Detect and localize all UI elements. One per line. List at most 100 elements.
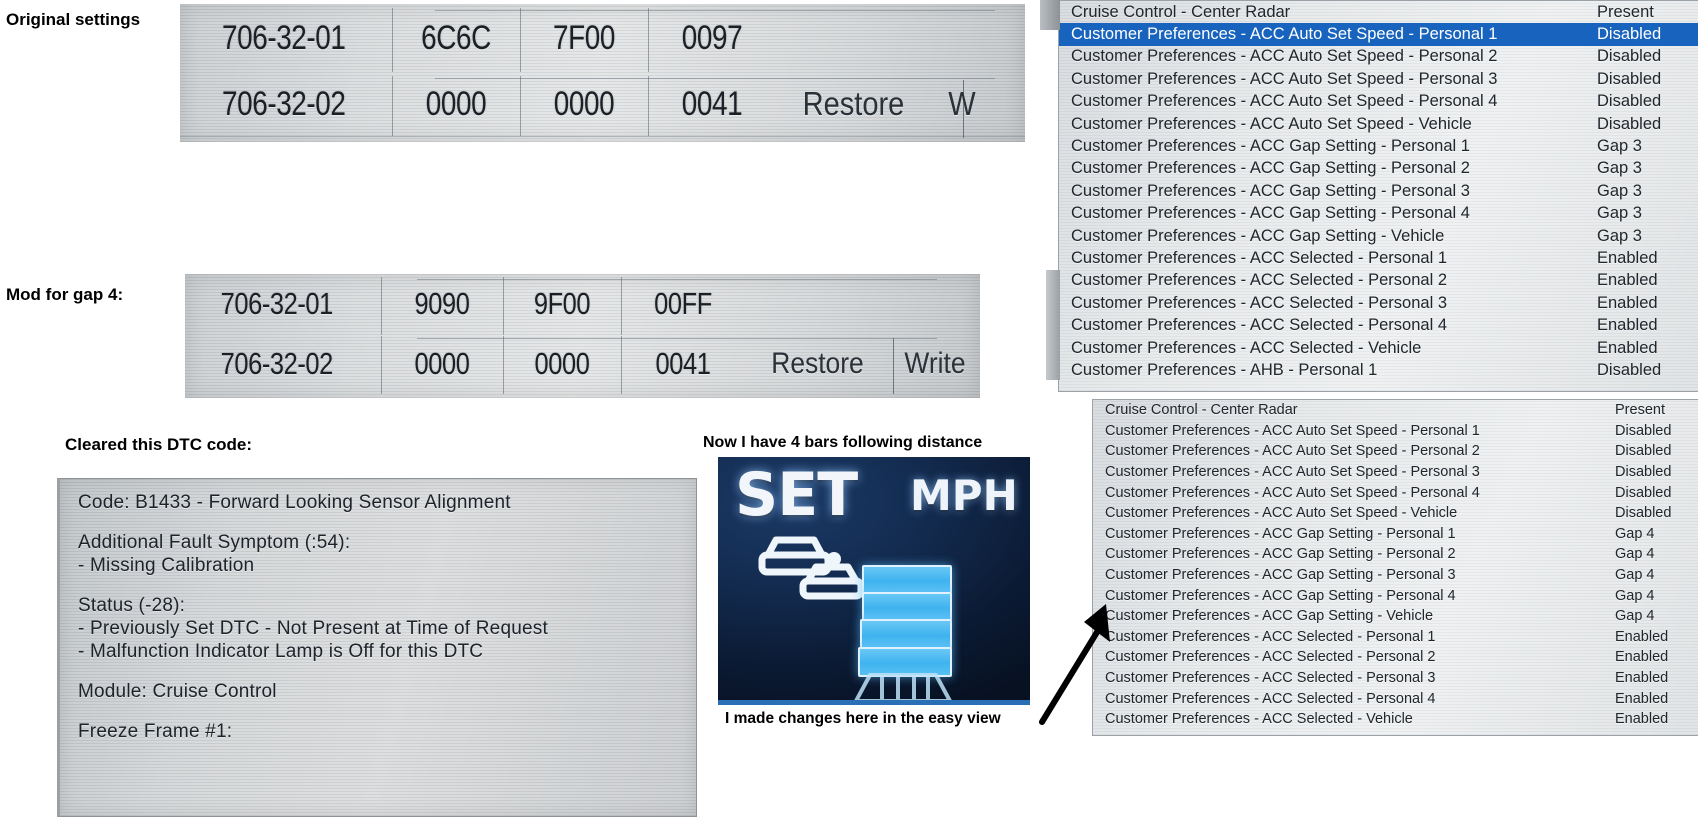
label-cleared-dtc: Cleared this DTC code: [65,435,253,454]
write-button[interactable]: Write [895,334,974,394]
dtc-line: Freeze Frame #1: [78,721,233,742]
easy-view-row[interactable]: Customer Preferences - ACC Gap Setting -… [1093,606,1698,627]
dtc-line: - Previously Set DTC - Not Present at Ti… [78,618,548,639]
easy-view-row-label: Customer Preferences - ACC Gap Setting -… [1071,181,1470,200]
dtc-line: Code: B1433 - Forward Looking Sensor Ali… [78,492,511,513]
easy-view-row-value: Present [1597,2,1654,21]
dtc-line: Module: Cruise Control [78,681,277,702]
easy-view-row-value: Enabled [1615,670,1669,687]
easy-view-row[interactable]: Customer Preferences - ACC Gap Setting -… [1059,180,1698,202]
scan-row-modified-1: 706-32-01 9090 9F00 00FF [185,274,980,334]
easy-view-row-value: Gap 3 [1597,137,1642,156]
easy-view-row-value: Enabled [1597,338,1658,357]
easy-view-row[interactable]: Customer Preferences - ACC Selected - Pe… [1059,247,1698,269]
easy-view-row-value: Gap 4 [1615,608,1655,625]
dtc-spacer [78,703,696,720]
dtc-spacer [78,514,696,531]
easy-view-row[interactable]: Customer Preferences - ACC Selected - Pe… [1093,627,1698,648]
easy-view-row-value: Present [1615,402,1665,419]
easy-view-row-value: Disabled [1615,422,1672,439]
scan-cell-value-2: 0000 [534,346,590,381]
easy-view-row[interactable]: Customer Preferences - ACC Selected - Pe… [1093,647,1698,668]
easy-view-row[interactable]: Customer Preferences - ACC Gap Setting -… [1059,225,1698,247]
easy-view-row-label: Customer Preferences - ACC Auto Set Spee… [1071,47,1498,66]
scan-cell-value-3: 0041 [655,346,711,381]
easy-view-row-value: Enabled [1597,271,1658,290]
easy-view-row[interactable]: Customer Preferences - ACC Gap Setting -… [1093,585,1698,606]
easy-view-row[interactable]: Customer Preferences - ACC Selected - Ve… [1093,709,1698,730]
easy-view-panel-before[interactable]: Cruise Control - Center Radar Present Cust… [1058,0,1698,392]
mph-unit-label: MPH [910,471,1018,520]
bezel-sliver-top [1040,0,1060,30]
scan-cell-id: 706-32-01 [220,286,334,321]
easy-view-rows-before: Cruise Control - Center Radar Present Cust… [1059,1,1698,382]
scan-cell-value-1: 6C6C [421,18,491,57]
easy-view-row-value: Enabled [1597,316,1658,335]
easy-view-panel-after[interactable]: Cruise Control - Center Radar Present Cust… [1092,399,1698,736]
easy-view-row-label: Customer Preferences - ACC Auto Set Spee… [1071,25,1498,44]
easy-view-row-label: Customer Preferences - ACC Auto Set Spee… [1105,464,1480,481]
write-button[interactable]: W [935,72,990,136]
easy-view-row[interactable]: Customer Preferences - ACC Auto Set Spee… [1059,23,1698,46]
easy-view-row[interactable]: Customer Preferences - ACC Auto Set Spee… [1059,91,1698,113]
easy-view-row-value: Disabled [1597,47,1662,66]
host-vehicle-icon [854,673,952,700]
scan-cell-value-3: 00FF [654,286,712,321]
easy-view-row-label: Customer Preferences - ACC Selected - Pe… [1071,316,1447,335]
easy-view-row[interactable]: Customer Preferences - ACC Auto Set Spee… [1059,46,1698,68]
easy-view-row-value: Gap 4 [1615,525,1655,542]
easy-view-row[interactable]: Customer Preferences - ACC Selected - Pe… [1059,314,1698,336]
easy-view-row-label: Customer Preferences - ACC Gap Setting -… [1105,546,1456,563]
easy-view-row-value: Gap 3 [1597,204,1642,223]
easy-view-row[interactable]: Customer Preferences - ACC Gap Setting -… [1093,565,1698,586]
restore-button[interactable]: Restore [785,72,921,136]
easy-view-row[interactable]: Customer Preferences - ACC Selected - Ve… [1059,337,1698,359]
easy-view-row-label: Customer Preferences - ACC Selected - Pe… [1105,670,1436,687]
easy-view-row[interactable]: Customer Preferences - ACC Auto Set Spee… [1093,462,1698,483]
easy-view-row[interactable]: Customer Preferences - ACC Auto Set Spee… [1093,441,1698,462]
easy-view-row-label: Customer Preferences - ACC Gap Setting -… [1071,137,1470,156]
easy-view-row-label: Customer Preferences - ACC Gap Setting -… [1105,525,1456,542]
easy-view-row[interactable]: Customer Preferences - ACC Selected - Pe… [1093,668,1698,689]
bezel-sliver-mid [1046,270,1060,380]
easy-view-row[interactable]: Customer Preferences - ACC Gap Setting -… [1093,544,1698,565]
dtc-detail-panel: Code: B1433 - Forward Looking Sensor Ali… [57,478,697,817]
easy-view-row-value: Disabled [1615,484,1672,501]
easy-view-row-label: Customer Preferences - ACC Selected - Pe… [1071,293,1447,312]
scan-cell-value-3: 0041 [681,84,743,123]
easy-view-row[interactable]: Customer Preferences - ACC Selected - Pe… [1059,292,1698,314]
easy-view-row-label: Customer Preferences - ACC Selected - Ve… [1071,338,1422,357]
easy-view-row-label: Customer Preferences - ACC Gap Setting -… [1071,226,1445,245]
easy-view-row[interactable]: Customer Preferences - ACC Gap Setting -… [1059,203,1698,225]
easy-view-rows-after: Cruise Control - Center Radar Present Cust… [1093,400,1698,730]
label-four-bars: Now I have 4 bars following distance [703,434,983,451]
easy-view-row[interactable]: Cruise Control - Center Radar Present [1093,400,1698,421]
easy-view-row[interactable]: Customer Preferences - AHB - Personal 1 D… [1059,359,1698,381]
easy-view-row-label: Customer Preferences - ACC Gap Setting -… [1105,567,1456,584]
easy-view-row[interactable]: Customer Preferences - ACC Selected - Pe… [1059,270,1698,292]
restore-button[interactable]: Restore [754,334,882,394]
scan-row-original-1: 706-32-01 6C6C 7F00 0097 [180,4,1025,72]
scan-cell-value-1: 9090 [414,286,470,321]
easy-view-row[interactable]: Customer Preferences - ACC Gap Setting -… [1059,135,1698,157]
label-original-settings: Original settings [6,10,141,29]
easy-view-row[interactable]: Customer Preferences - ACC Auto Set Spee… [1093,503,1698,524]
easy-view-row[interactable]: Customer Preferences - ACC Gap Setting -… [1093,524,1698,545]
scan-cell-value-3: 0097 [681,18,743,57]
dtc-lines: Code: B1433 - Forward Looking Sensor Ali… [78,491,696,743]
easy-view-row-label: Customer Preferences - ACC Selected - Pe… [1105,690,1436,707]
easy-view-row-value: Enabled [1615,649,1669,666]
easy-view-row[interactable]: Customer Preferences - ACC Selected - Pe… [1093,688,1698,709]
easy-view-row-value: Gap 3 [1597,226,1642,245]
scan-cell-value-1: 0000 [425,84,487,123]
easy-view-row-label: Customer Preferences - ACC Gap Setting -… [1105,587,1456,604]
easy-view-row[interactable]: Cruise Control - Center Radar Present [1059,1,1698,23]
easy-view-row-label: Customer Preferences - ACC Selected - Pe… [1071,271,1447,290]
easy-view-row[interactable]: Customer Preferences - ACC Auto Set Spee… [1059,68,1698,90]
easy-view-row-value: Disabled [1615,464,1672,481]
easy-view-row[interactable]: Customer Preferences - ACC Auto Set Spee… [1093,421,1698,442]
easy-view-row-label: Customer Preferences - ACC Gap Setting -… [1071,159,1470,178]
easy-view-row[interactable]: Customer Preferences - ACC Auto Set Spee… [1059,113,1698,135]
easy-view-row[interactable]: Customer Preferences - ACC Gap Setting -… [1059,158,1698,180]
easy-view-row[interactable]: Customer Preferences - ACC Auto Set Spee… [1093,482,1698,503]
